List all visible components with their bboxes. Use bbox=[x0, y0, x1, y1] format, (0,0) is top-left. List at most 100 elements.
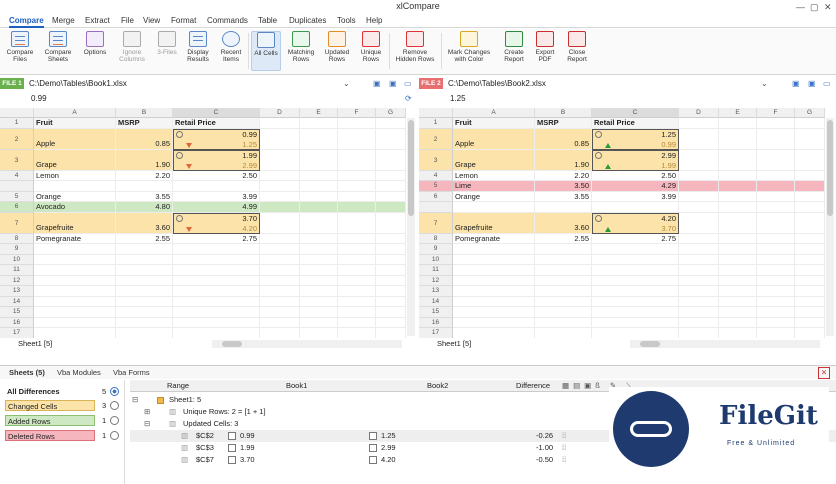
cell-b[interactable]: 1.90 bbox=[116, 149, 173, 171]
row-header[interactable]: 16 bbox=[419, 317, 453, 328]
checkbox[interactable] bbox=[228, 456, 236, 464]
cell-e[interactable] bbox=[300, 149, 338, 171]
save-as-icon[interactable]: ▣ bbox=[389, 78, 397, 89]
cell-g[interactable] bbox=[376, 233, 406, 244]
unique-rows-button[interactable]: Unique Rows bbox=[357, 31, 385, 63]
cell-b[interactable]: 2.20 bbox=[535, 170, 592, 181]
cell-a[interactable] bbox=[453, 254, 535, 265]
cell-f[interactable] bbox=[338, 265, 376, 276]
cell-e[interactable] bbox=[719, 181, 757, 192]
file1-cell-value[interactable]: 0.99 bbox=[31, 94, 47, 103]
checkbox[interactable] bbox=[228, 444, 236, 452]
cell-a[interactable]: Orange bbox=[34, 191, 116, 202]
tab-vba-forms[interactable]: Vba Forms bbox=[113, 367, 150, 379]
row-header[interactable]: 2 bbox=[0, 128, 34, 150]
cell-e[interactable] bbox=[300, 233, 338, 244]
chevron-down-icon[interactable]: ⌄ bbox=[761, 78, 768, 89]
cell-g[interactable] bbox=[376, 244, 406, 255]
file2-grid[interactable]: A B C D E F G 1 Fruit MSRP Retail Price 2 Apple 0.85 1… bbox=[419, 108, 825, 338]
cell-c[interactable]: 2.75 bbox=[173, 233, 260, 244]
display-results-button[interactable]: Display Results bbox=[184, 31, 212, 63]
column-header-d[interactable]: D bbox=[260, 108, 300, 118]
cell-b[interactable]: 2.55 bbox=[535, 233, 592, 244]
cell-c[interactable] bbox=[592, 202, 679, 213]
cell-b[interactable]: 2.20 bbox=[116, 170, 173, 181]
row-header[interactable]: 17 bbox=[419, 328, 453, 338]
cell-c[interactable] bbox=[592, 317, 679, 328]
row-header[interactable]: 2 bbox=[419, 128, 453, 150]
file1-grid[interactable]: A B C D E F G 1 Fruit MSRP Retail Price 2 Apple 0.85 0… bbox=[0, 108, 406, 338]
revert-icon[interactable] bbox=[595, 130, 602, 138]
cell-f[interactable] bbox=[338, 181, 376, 192]
cell-g[interactable] bbox=[376, 118, 406, 129]
scroll-thumb[interactable] bbox=[827, 120, 833, 216]
row-header[interactable]: 13 bbox=[0, 286, 34, 297]
cell-g[interactable] bbox=[376, 149, 406, 171]
cell-f[interactable] bbox=[757, 296, 795, 307]
cell-b[interactable] bbox=[116, 317, 173, 328]
cell-g[interactable] bbox=[795, 296, 825, 307]
save-as-icon[interactable]: ▣ bbox=[808, 78, 816, 89]
menu-format[interactable]: Format bbox=[171, 15, 196, 26]
cell-f[interactable] bbox=[757, 286, 795, 297]
cell-b[interactable] bbox=[116, 296, 173, 307]
cell-e[interactable] bbox=[300, 307, 338, 318]
cell-b[interactable] bbox=[535, 275, 592, 286]
row-header[interactable]: 5 bbox=[419, 181, 453, 192]
cell-c[interactable] bbox=[592, 296, 679, 307]
cell-c[interactable] bbox=[173, 244, 260, 255]
cell-b[interactable] bbox=[116, 307, 173, 318]
row-header[interactable]: 15 bbox=[419, 307, 453, 318]
cell-e[interactable] bbox=[300, 212, 338, 234]
cell-f[interactable] bbox=[757, 118, 795, 129]
cell-a[interactable] bbox=[453, 202, 535, 213]
cell-e[interactable] bbox=[719, 128, 757, 150]
cell-f[interactable] bbox=[338, 254, 376, 265]
sync-icon[interactable]: ⟳ bbox=[405, 94, 412, 103]
cell-a[interactable] bbox=[453, 265, 535, 276]
row-header[interactable] bbox=[0, 181, 34, 192]
cell-a[interactable] bbox=[453, 286, 535, 297]
cell-e[interactable] bbox=[719, 233, 757, 244]
cell-a[interactable] bbox=[34, 275, 116, 286]
menu-extract[interactable]: Extract bbox=[85, 15, 110, 26]
menu-merge[interactable]: Merge bbox=[52, 15, 75, 26]
cell-g[interactable] bbox=[376, 307, 406, 318]
cell-g[interactable] bbox=[376, 128, 406, 150]
column-header-d[interactable]: D bbox=[679, 108, 719, 118]
cell-d[interactable] bbox=[260, 265, 300, 276]
cell-b[interactable] bbox=[116, 244, 173, 255]
cell-d[interactable] bbox=[679, 265, 719, 276]
cell-a[interactable] bbox=[453, 317, 535, 328]
collapse-icon[interactable]: ⊟ bbox=[132, 394, 138, 406]
cell-b[interactable] bbox=[116, 286, 173, 297]
cell-c[interactable]: 1.99 2.99 bbox=[173, 149, 260, 171]
cell-f[interactable] bbox=[338, 202, 376, 213]
cell-f[interactable] bbox=[757, 202, 795, 213]
cell-f[interactable] bbox=[757, 233, 795, 244]
column-header-g[interactable]: G bbox=[376, 108, 406, 118]
cell-b[interactable]: 3.60 bbox=[535, 212, 592, 234]
cell-e[interactable] bbox=[300, 170, 338, 181]
cell-a[interactable]: Lemon bbox=[34, 170, 116, 181]
cell-g[interactable] bbox=[795, 254, 825, 265]
cell-b[interactable]: 1.90 bbox=[535, 149, 592, 171]
cell-g[interactable] bbox=[795, 265, 825, 276]
cell-a[interactable] bbox=[34, 307, 116, 318]
select-all-corner[interactable] bbox=[419, 108, 453, 118]
cell-e[interactable] bbox=[300, 286, 338, 297]
all-cells-button[interactable]: All Cells bbox=[251, 31, 281, 71]
expand-icon[interactable]: ⊞ bbox=[144, 406, 150, 418]
revert-icon[interactable] bbox=[176, 151, 183, 159]
cell-d[interactable] bbox=[679, 275, 719, 286]
cell-e[interactable] bbox=[719, 191, 757, 202]
row-header[interactable]: 10 bbox=[419, 254, 453, 265]
cell-a[interactable]: Apple bbox=[34, 128, 116, 150]
cell-e[interactable] bbox=[719, 254, 757, 265]
cell-e[interactable] bbox=[719, 296, 757, 307]
cell-d[interactable] bbox=[679, 118, 719, 129]
cell-d[interactable] bbox=[679, 202, 719, 213]
mark-changes-button[interactable]: Mark Changes with Color bbox=[444, 31, 494, 63]
revert-icon[interactable] bbox=[176, 130, 183, 138]
cell-b[interactable] bbox=[535, 202, 592, 213]
